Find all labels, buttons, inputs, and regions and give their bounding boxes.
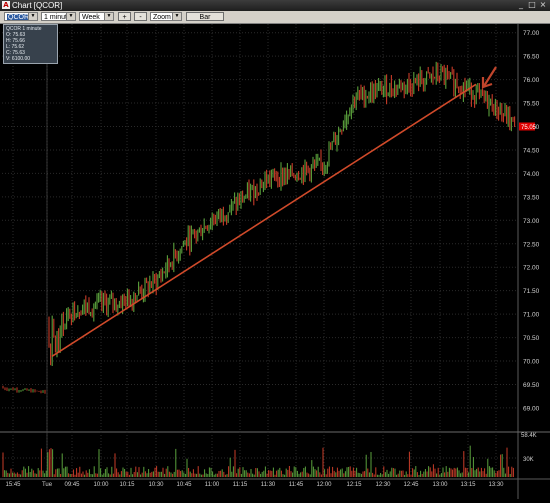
interval-combo[interactable]: 1 minute ▼	[41, 12, 76, 21]
volume-top-label: 58.4K	[521, 433, 537, 439]
time-tick-label: 11:00	[205, 482, 220, 488]
time-tick-label: 13:00	[432, 482, 448, 488]
time-tick-label: 12:00	[316, 482, 332, 488]
time-tick-label: 10:15	[119, 482, 135, 488]
chevron-down-icon[interactable]: ▼	[66, 13, 75, 20]
time-tick-label: 12:15	[346, 482, 362, 488]
maximize-icon[interactable]: □	[527, 1, 537, 9]
price-tick-label: 71.50	[523, 288, 540, 295]
time-tick-label: Tue	[42, 482, 53, 488]
symbol-value: QCOR	[7, 14, 30, 21]
price-tick-label: 76.00	[523, 77, 540, 84]
bar-button[interactable]: Bar	[186, 12, 224, 21]
time-tick-label: 11:15	[233, 482, 248, 488]
price-tick-label: 70.50	[523, 335, 540, 342]
price-tick-label: 69.00	[523, 405, 540, 412]
volume-tick-label: 30K	[523, 457, 534, 463]
period-value: Week	[82, 14, 100, 21]
zoom-value: Zoom	[153, 14, 171, 21]
app-icon: A	[2, 1, 10, 9]
symbol-combo[interactable]: QCOR ▼	[4, 12, 38, 21]
price-tick-label: 69.50	[523, 382, 540, 389]
window-title: Chart [QCOR]	[12, 1, 63, 10]
time-tick-label: 12:45	[403, 482, 419, 488]
price-tick-label: 70.00	[523, 359, 540, 366]
chevron-down-icon[interactable]: ▼	[104, 13, 113, 20]
price-tick-label: 76.50	[523, 54, 540, 61]
time-tick-label: 15:45	[5, 482, 21, 488]
time-tick-label: 09:45	[64, 482, 80, 488]
trendline	[51, 83, 477, 358]
time-tick-label: 10:45	[176, 482, 192, 488]
price-chart: 77.0076.5076.0075.5075.0074.5074.0073.50…	[0, 24, 550, 499]
chart-window: A Chart [QCOR] _ □ × QCOR ▼ 1 minute ▼ W…	[0, 0, 550, 499]
time-tick-label: 11:30	[261, 482, 276, 488]
time-tick-label: 13:15	[460, 482, 476, 488]
chart-area[interactable]: 77.0076.5076.0075.5075.0074.5074.0073.50…	[0, 24, 550, 499]
price-tick-label: 72.50	[523, 241, 540, 248]
toolbar: QCOR ▼ 1 minute ▼ Week ▼ + - Zoom ▼ Bar	[0, 11, 550, 24]
price-tick-label: 77.00	[523, 30, 540, 37]
ohlc-panel: QCOR 1 minute O: 75.63 H: 75.66 L: 75.62…	[3, 24, 58, 64]
time-tick-label: 10:00	[93, 482, 109, 488]
last-price-label: 75.05	[521, 125, 537, 131]
time-tick-label: 10:30	[148, 482, 164, 488]
time-tick-label: 13:30	[488, 482, 504, 488]
price-tick-label: 74.50	[523, 147, 540, 154]
price-tick-label: 71.00	[523, 312, 540, 319]
close-icon[interactable]: ×	[538, 1, 548, 9]
period-combo[interactable]: Week ▼	[79, 12, 114, 21]
price-tick-label: 72.00	[523, 265, 540, 272]
zoom-in-button[interactable]: +	[118, 12, 131, 21]
price-tick-label: 73.00	[523, 218, 540, 225]
zoom-out-button[interactable]: -	[134, 12, 147, 21]
chevron-down-icon[interactable]: ▼	[28, 13, 37, 20]
zoom-combo[interactable]: Zoom ▼	[150, 12, 182, 21]
price-tick-label: 74.00	[523, 171, 540, 178]
chevron-down-icon[interactable]: ▼	[172, 13, 181, 20]
minimize-icon[interactable]: _	[516, 1, 526, 9]
time-tick-label: 11:45	[289, 482, 304, 488]
annotation-arrow-shaft	[483, 66, 497, 87]
time-tick-label: 12:30	[375, 482, 391, 488]
title-bar[interactable]: A Chart [QCOR] _ □ ×	[0, 0, 550, 11]
ohlc-volume: V: 6100.00	[6, 56, 31, 62]
price-tick-label: 73.50	[523, 194, 540, 201]
price-tick-label: 75.50	[523, 101, 540, 108]
